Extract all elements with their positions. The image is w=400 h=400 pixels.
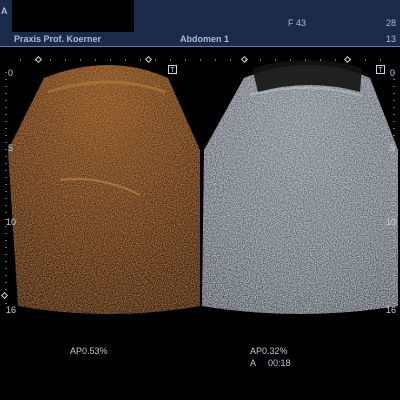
right-acoustic-power: AP0.32% [250, 346, 288, 356]
left-acoustic-power: AP0.53% [70, 346, 108, 356]
left-scale-label: 10 [6, 217, 17, 227]
left-scale-label: 16 [6, 305, 17, 315]
transducer-orientation-icon: T [376, 65, 385, 74]
timer-value: 00:18 [268, 358, 291, 368]
ultrasound-images [5, 59, 398, 314]
left-scale-label: 0 [8, 68, 14, 78]
right-scale-label: 5 [390, 143, 396, 153]
left-scale-label: 5 [8, 143, 14, 153]
right-scale-label: 10 [386, 217, 397, 227]
right-scale-label: 16 [386, 305, 397, 315]
right-scale-label: 0 [390, 68, 396, 78]
timer-label: A [250, 358, 257, 368]
transducer-orientation-icon: T [168, 65, 177, 74]
